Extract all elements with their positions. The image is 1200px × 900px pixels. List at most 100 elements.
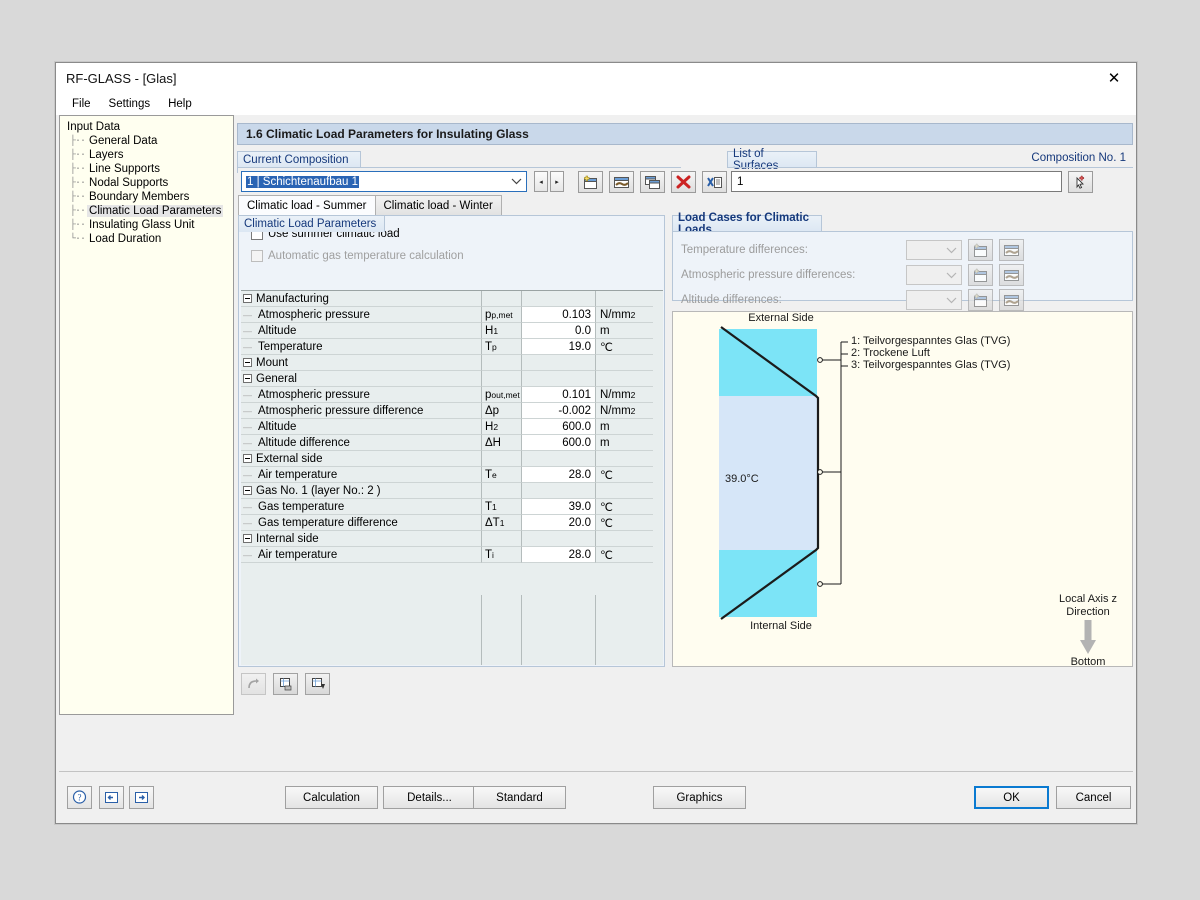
menu-file[interactable]: File [64, 96, 99, 112]
table-row[interactable]: Gas temperatureT139.0℃ [241, 499, 663, 515]
edit-window-icon[interactable] [609, 171, 634, 193]
new-load-case-icon[interactable] [968, 289, 993, 311]
sidebar-item-line-supports[interactable]: ├··Line Supports [70, 162, 231, 176]
ok-button[interactable]: OK [974, 786, 1049, 809]
row-value-cell[interactable]: 20.0 [521, 515, 595, 531]
pick-surface-icon[interactable] [1068, 171, 1093, 193]
row-unit-cell: ℃ [595, 467, 653, 483]
sidebar-item-climatic-load-parameters[interactable]: ├··Climatic Load Parameters [70, 204, 231, 218]
tree-branch-icon: ├·· [70, 150, 85, 161]
row-value-cell[interactable]: 600.0 [521, 435, 595, 451]
row-value-cell[interactable]: 28.0 [521, 467, 595, 483]
table-group-row[interactable]: Internal side [241, 531, 663, 547]
table-group-row[interactable]: External side [241, 451, 663, 467]
row-value-cell[interactable]: 28.0 [521, 547, 595, 563]
row-value-cell[interactable]: 39.0 [521, 499, 595, 515]
sidebar-item-layers[interactable]: ├··Layers [70, 148, 231, 162]
local-axis-label-line2: Direction [1038, 606, 1133, 618]
collapse-icon[interactable] [243, 486, 252, 495]
table-group-row[interactable]: Manufacturing [241, 291, 663, 307]
edit-load-case-icon[interactable] [999, 289, 1024, 311]
sidebar-item-insulating-glass-unit[interactable]: ├··Insulating Glass Unit [70, 218, 231, 232]
collapse-icon[interactable] [243, 374, 252, 383]
row-value-cell[interactable]: 0.0 [521, 323, 595, 339]
chevron-down-icon[interactable] [506, 178, 526, 185]
row-value-cell[interactable]: 0.101 [521, 387, 595, 403]
new-window-icon[interactable] [578, 171, 603, 193]
row-value-cell[interactable]: 600.0 [521, 419, 595, 435]
row-value-cell[interactable]: -0.002 [521, 403, 595, 419]
table-row[interactable]: Air temperatureTe28.0℃ [241, 467, 663, 483]
table-row[interactable]: Altitude differenceΔH600.0m [241, 435, 663, 451]
table-row[interactable]: AltitudeH2600.0m [241, 419, 663, 435]
prev-composition-icon[interactable]: ◂ [534, 171, 548, 192]
table-export-icon[interactable] [305, 673, 330, 695]
sidebar-item-nodal-supports[interactable]: ├··Nodal Supports [70, 176, 231, 190]
tab-winter[interactable]: Climatic load - Winter [375, 195, 502, 216]
symbol-base: Δp [485, 405, 499, 417]
new-load-case-icon[interactable] [968, 239, 993, 261]
new-load-case-icon[interactable] [968, 264, 993, 286]
edit-load-case-icon[interactable] [999, 239, 1024, 261]
table-import-icon[interactable] [273, 673, 298, 695]
load-case-combobox[interactable] [906, 240, 962, 260]
menu-settings[interactable]: Settings [101, 96, 159, 112]
row-value: 600.0 [562, 437, 591, 449]
table-row[interactable]: Gas temperature differenceΔT120.0℃ [241, 515, 663, 531]
table-row[interactable]: AltitudeH10.0m [241, 323, 663, 339]
tree-root-input-data[interactable]: Input Data [64, 120, 231, 134]
sidebar-item-general-data[interactable]: ├··General Data [70, 134, 231, 148]
row-value-cell[interactable]: 0.103 [521, 307, 595, 323]
cancel-button[interactable]: Cancel [1056, 786, 1131, 809]
next-composition-icon[interactable]: ▸ [550, 171, 564, 192]
symbol-base: H [485, 325, 493, 337]
symbol-base: ΔH [485, 437, 501, 449]
menu-help[interactable]: Help [160, 96, 200, 112]
calculation-button[interactable]: Calculation [285, 786, 378, 809]
collapse-icon[interactable] [243, 534, 252, 543]
collapse-icon[interactable] [243, 358, 252, 367]
table-row[interactable]: Atmospheric pressurepout,met0.101N/mm2 [241, 387, 663, 403]
arrow-right-box-icon[interactable] [129, 786, 154, 809]
row-unit: N/mm [600, 309, 631, 321]
tab-summer[interactable]: Climatic load - Summer [238, 195, 376, 216]
delete-x-icon[interactable] [671, 171, 696, 193]
graphics-button[interactable]: Graphics [653, 786, 746, 809]
arrow-left-box-icon[interactable] [99, 786, 124, 809]
standard-button[interactable]: Standard [473, 786, 566, 809]
list-icon[interactable] [702, 171, 727, 193]
table-row[interactable]: Atmospheric pressurepp,met0.103N/mm2 [241, 307, 663, 323]
sidebar-item-load-duration[interactable]: └··Load Duration [70, 232, 231, 246]
sidebar-item-boundary-members[interactable]: ├··Boundary Members [70, 190, 231, 204]
surfaces-input[interactable]: 1 [731, 171, 1062, 192]
table-row[interactable]: Atmospheric pressure differenceΔp-0.002N… [241, 403, 663, 419]
row-unit-cell [595, 483, 653, 499]
load-case-combobox[interactable] [906, 265, 962, 285]
edit-load-case-icon[interactable] [999, 264, 1024, 286]
row-value-cell[interactable]: 19.0 [521, 339, 595, 355]
undo-arrow-icon[interactable] [241, 673, 266, 695]
table-group-row[interactable]: General [241, 371, 663, 387]
table-row[interactable]: TemperatureTp19.0℃ [241, 339, 663, 355]
collapse-icon[interactable] [243, 294, 252, 303]
composition-combobox[interactable]: 1 | Schichtenaufbau 1 [241, 171, 527, 192]
row-unit-cell: ℃ [595, 515, 653, 531]
load-case-combobox[interactable] [906, 290, 962, 310]
tree-branch-icon: ├·· [70, 136, 85, 147]
chevron-down-icon [946, 297, 957, 304]
row-label-cell: Atmospheric pressure [241, 307, 481, 323]
parameters-table[interactable]: ManufacturingAtmospheric pressurepp,met0… [241, 290, 663, 665]
question-bubble-icon[interactable]: ? [67, 786, 92, 809]
table-row[interactable]: Air temperatureTi28.0℃ [241, 547, 663, 563]
button-label: Graphics [676, 792, 722, 804]
row-unit-cell: ℃ [595, 499, 653, 515]
details-button[interactable]: Details... [383, 786, 476, 809]
table-group-row[interactable]: Gas No. 1 (layer No.: 2 ) [241, 483, 663, 499]
copy-window-icon[interactable] [640, 171, 665, 193]
table-group-row[interactable]: Mount [241, 355, 663, 371]
row-unit-cell: m [595, 323, 653, 339]
close-icon[interactable]: ✕ [1092, 63, 1136, 93]
collapse-icon[interactable] [243, 454, 252, 463]
load-case-row: Atmospheric pressure differences: [681, 264, 1126, 286]
row-value-cell [521, 355, 595, 371]
